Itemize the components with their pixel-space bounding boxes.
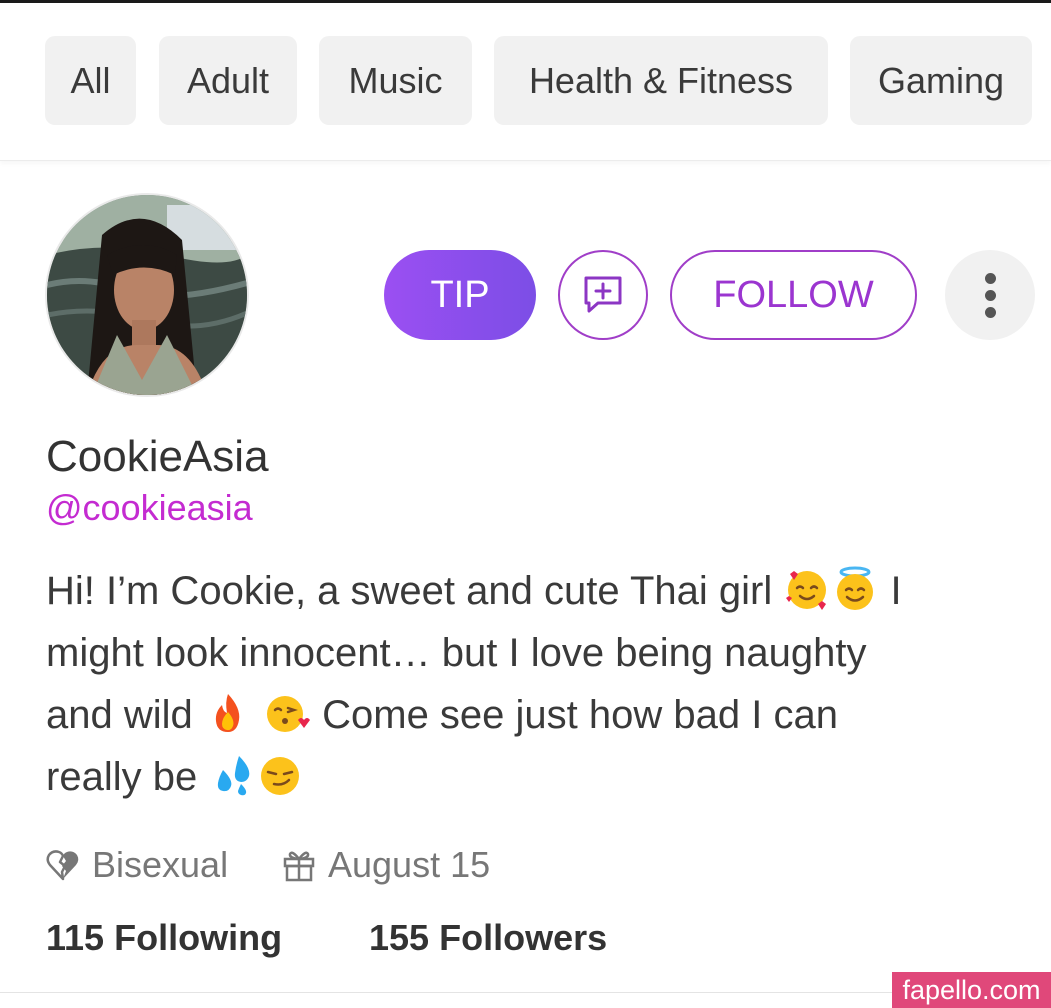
category-chip-music[interactable]: Music — [319, 36, 472, 125]
add-message-icon — [584, 276, 622, 313]
fire-emoji — [215, 694, 240, 732]
bio-text: Hi! I’m Cookie, a sweet and cute Thai gi… — [46, 569, 784, 613]
birthday-label: August 15 — [328, 844, 491, 885]
category-chip-label: Health & Fitness — [528, 59, 794, 101]
watermark: fapello.com — [892, 972, 1051, 1008]
category-chip-label: Adult — [186, 59, 270, 101]
birthday-info: August 15 — [282, 843, 490, 887]
bio-text: might look innocent… but I love being na… — [46, 631, 867, 675]
more-vertical-icon — [984, 272, 996, 318]
face-blowing-kiss-emoji — [267, 696, 310, 732]
bio-text: Come see just how bad I can — [311, 693, 838, 737]
category-chip-adult[interactable]: Adult — [159, 36, 297, 125]
profile-bio: Hi! I’m Cookie, a sweet and cute Thai gi… — [46, 560, 1016, 808]
display-name: CookieAsia — [46, 432, 269, 481]
orientation-info: Bisexual — [46, 843, 228, 887]
follow-button-label: FOLLOW — [713, 273, 874, 316]
follow-button[interactable]: FOLLOW — [670, 250, 917, 340]
smiling-face-with-hearts-emoji — [786, 571, 827, 610]
category-chip-all[interactable]: All — [45, 36, 136, 125]
sweat-droplets-emoji — [218, 756, 250, 796]
category-chip-label: Gaming — [877, 59, 1005, 101]
followers-count: 155 — [369, 917, 430, 958]
bio-text: and wild — [46, 693, 204, 737]
tip-button[interactable]: TIP — [384, 250, 536, 340]
message-button[interactable] — [558, 250, 648, 340]
category-chip-gaming[interactable]: Gaming — [850, 36, 1032, 125]
avatar[interactable] — [45, 193, 249, 397]
following-label: Following — [114, 917, 283, 958]
category-bar: All Adult Music Health & Fitness Gaming — [0, 3, 1051, 161]
more-options-button[interactable] — [945, 250, 1035, 340]
username-handle[interactable]: @cookieasia — [46, 487, 253, 529]
gift-icon — [283, 851, 315, 882]
following-stat[interactable]: 115 Following — [46, 917, 282, 959]
smirking-face-emoji — [261, 757, 300, 795]
category-chip-health-fitness[interactable]: Health & Fitness — [494, 36, 828, 125]
orientation-label: Bisexual — [92, 844, 229, 885]
bio-text: really be — [46, 755, 209, 799]
bio-text: I — [879, 569, 902, 613]
smiling-face-with-halo-emoji — [837, 566, 874, 610]
category-chip-label: Music — [348, 59, 443, 101]
tip-button-label: TIP — [430, 273, 490, 316]
category-chip-label: All — [70, 59, 111, 101]
avatar-photo — [47, 195, 247, 395]
following-count: 115 — [46, 917, 105, 958]
followers-stat[interactable]: 155 Followers — [369, 917, 607, 959]
followers-label: Followers — [439, 917, 608, 958]
broken-heart-icon — [46, 850, 79, 881]
